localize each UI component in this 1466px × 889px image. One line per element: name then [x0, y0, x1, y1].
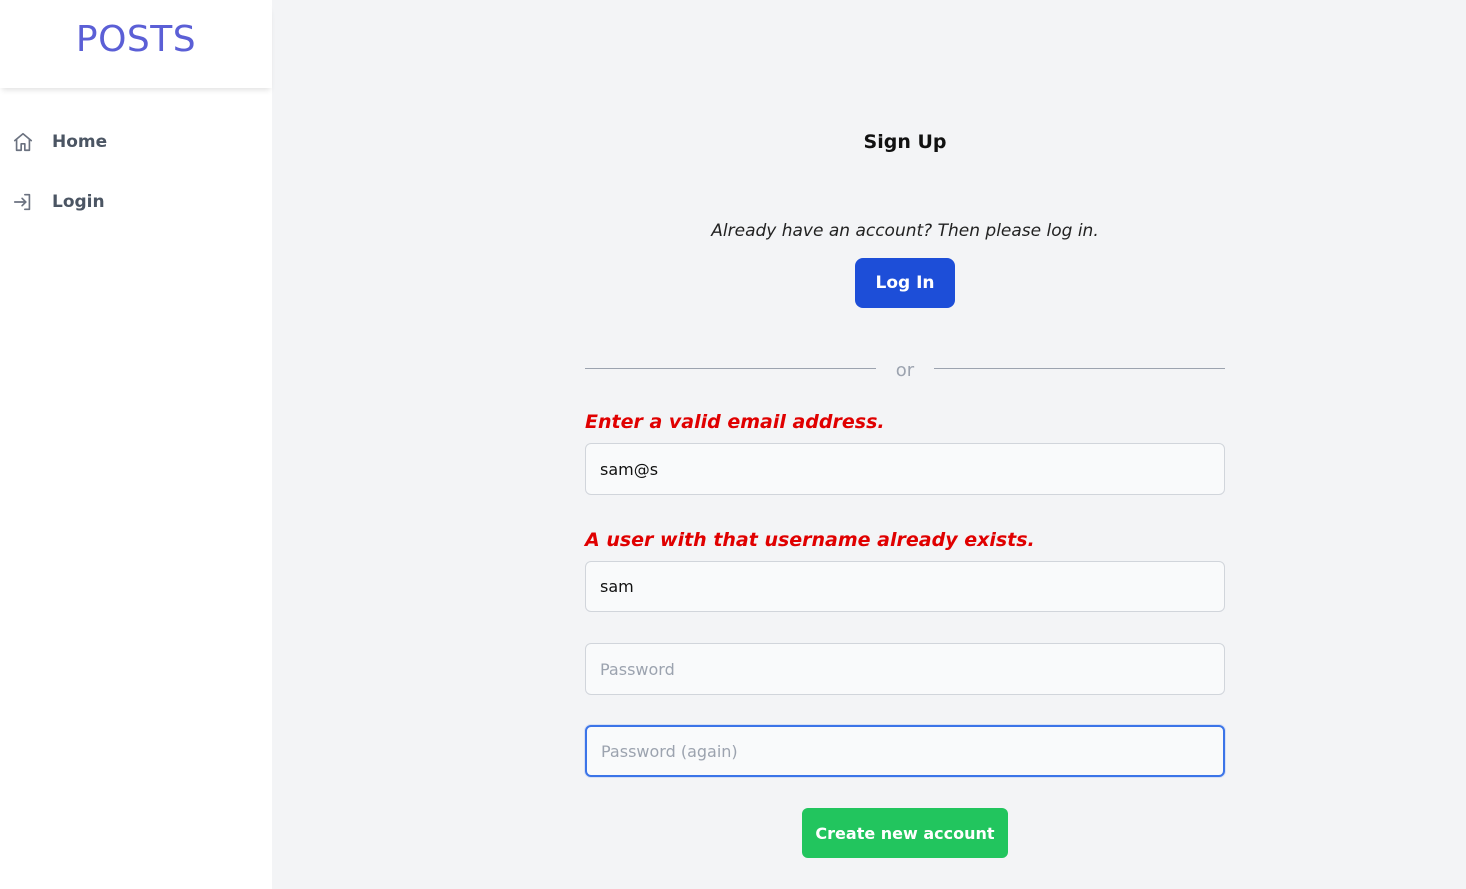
- brand-header: POSTS: [0, 0, 272, 88]
- main-content: Sign Up Already have an account? Then pl…: [272, 0, 1466, 889]
- login-button[interactable]: Log In: [855, 258, 955, 308]
- home-icon: [12, 131, 34, 153]
- login-prompt: Already have an account? Then please log…: [711, 221, 1099, 241]
- password-field[interactable]: [585, 643, 1225, 695]
- sidebar-item-label: Login: [52, 192, 105, 212]
- sidebar-item-label: Home: [52, 132, 108, 152]
- password-confirm-field[interactable]: [585, 725, 1225, 777]
- sidebar-item-login[interactable]: Login: [0, 172, 272, 232]
- divider-line: [934, 367, 1225, 369]
- username-error: A user with that username already exists…: [585, 529, 1035, 551]
- sidebar: POSTS Home Login: [0, 0, 272, 889]
- email-error: Enter a valid email address.: [585, 411, 885, 433]
- create-account-button[interactable]: Create new account: [802, 808, 1008, 858]
- brand-logo[interactable]: POSTS: [76, 19, 196, 60]
- or-divider: or: [585, 356, 1225, 381]
- login-icon: [12, 191, 34, 213]
- username-field[interactable]: [585, 561, 1225, 612]
- divider-text: or: [895, 359, 915, 381]
- sidebar-item-home[interactable]: Home: [0, 112, 272, 172]
- email-field[interactable]: [585, 443, 1225, 495]
- page-title: Sign Up: [863, 131, 947, 153]
- sidebar-nav: Home Login: [0, 88, 272, 232]
- divider-line: [585, 367, 876, 369]
